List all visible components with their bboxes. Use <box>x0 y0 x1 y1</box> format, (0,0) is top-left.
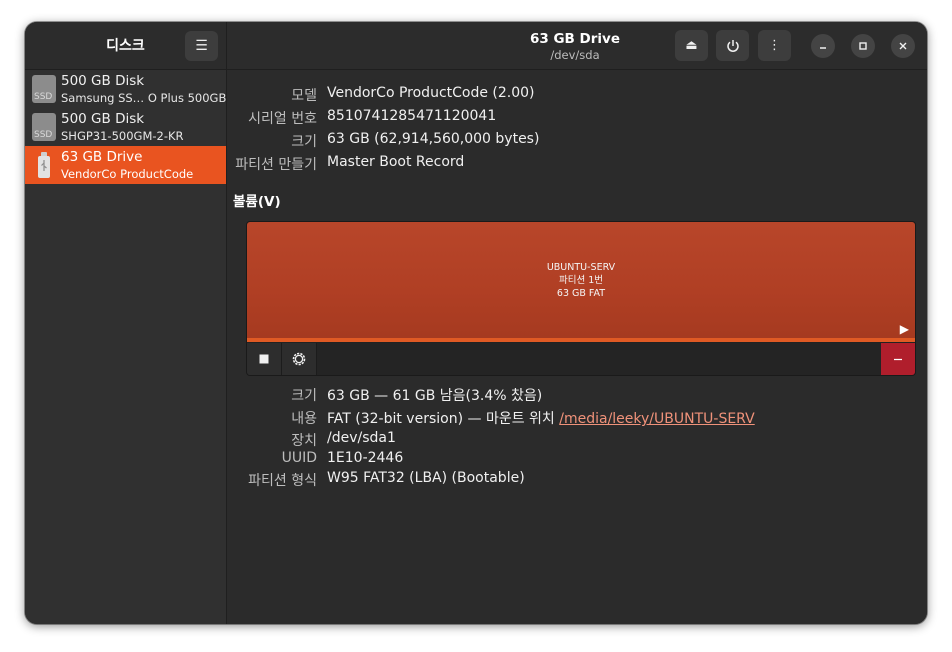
partition-type-row: 파티션 형식 W95 FAT32 (LBA) (Bootable) <box>227 470 917 490</box>
drive-item[interactable]: SSD 500 GB Disk Samsung SS… O Plus 500GB <box>25 70 226 108</box>
sidebar: 디스크 ☰ SSD 500 GB Disk Samsung SS… O Plus… <box>25 22 227 624</box>
volume-size-value: 63 GB — 61 GB 남음(3.4% 찼음) <box>327 388 543 404</box>
drive-item-selected[interactable]: 63 GB Drive VendorCo ProductCode <box>25 146 226 184</box>
partition-type-label: 파티션 형식 <box>248 473 317 489</box>
volume-size-row: 크기 63 GB — 61 GB 남음(3.4% 찼음) <box>227 385 917 405</box>
drive-item[interactable]: SSD 500 GB Disk SHGP31-500GM-2-KR <box>25 108 226 146</box>
model-label: 모델 <box>291 88 317 104</box>
partition-settings-button[interactable] <box>282 343 317 375</box>
uuid-row: UUID 1E10-2446 <box>227 450 917 470</box>
partitioning-value: Master Boot Record <box>327 154 465 170</box>
serial-label: 시리얼 번호 <box>248 111 317 127</box>
unmount-button[interactable] <box>247 343 282 375</box>
maximize-button[interactable] <box>851 34 875 58</box>
model-row: 모델 VendorCo ProductCode (2.00) <box>227 85 887 105</box>
volume-size-label: 크기 <box>291 388 317 404</box>
power-button[interactable] <box>716 30 749 61</box>
minimize-icon <box>820 47 826 49</box>
partition-block[interactable]: UBUNTU-SERV 파티션 1번 63 GB FAT ▶ <box>247 222 915 342</box>
serial-value: 8510741285471120041 <box>327 108 497 124</box>
device-value: /dev/sda1 <box>327 430 396 446</box>
partitioning-row: 파티션 만들기 Master Boot Record <box>227 154 887 174</box>
eject-icon: ⏏ <box>685 38 698 53</box>
mounted-play-icon: ▶ <box>899 322 909 336</box>
mount-point-link[interactable]: /media/leeky/UBUNTU-SERV <box>559 411 754 427</box>
device-row: 장치 /dev/sda1 <box>227 430 917 450</box>
drive-name: 63 GB Drive <box>61 149 143 165</box>
volume-map: UBUNTU-SERV 파티션 1번 63 GB FAT ▶ <box>246 221 916 376</box>
drive-subtitle: SHGP31-500GM-2-KR <box>61 129 184 143</box>
main-pane: 63 GB Drive /dev/sda ⏏ ⋮ 모델 VendorCo Pro… <box>227 22 927 624</box>
minimize-button[interactable] <box>811 34 835 58</box>
header-subtitle: /dev/sda <box>550 48 600 62</box>
uuid-value: 1E10-2446 <box>327 450 404 466</box>
size-value: 63 GB (62,914,560,000 bytes) <box>327 131 540 147</box>
size-label: 크기 <box>291 134 317 150</box>
more-button[interactable]: ⋮ <box>758 30 791 61</box>
drive-list: SSD 500 GB Disk Samsung SS… O Plus 500GB… <box>25 70 226 184</box>
partition-number: 파티션 1번 <box>558 275 604 286</box>
eject-button[interactable]: ⏏ <box>675 30 708 61</box>
maximize-icon <box>859 42 867 50</box>
partition-type-value: W95 FAT32 (LBA) (Bootable) <box>327 470 525 486</box>
ssd-icon: SSD <box>32 113 56 141</box>
header-bar: 63 GB Drive /dev/sda ⏏ ⋮ <box>227 22 927 70</box>
close-icon <box>899 42 907 50</box>
more-icon: ⋮ <box>768 38 781 53</box>
volumes-title: 볼륨(V) <box>233 194 281 210</box>
partition-size-fs: 63 GB FAT <box>556 288 606 299</box>
drive-name: 500 GB Disk <box>61 73 145 89</box>
uuid-label: UUID <box>281 450 317 466</box>
contents-label: 내용 <box>291 411 317 427</box>
minus-icon <box>894 358 902 361</box>
sidebar-header: 디스크 ☰ <box>25 22 226 70</box>
power-icon <box>726 39 739 52</box>
close-button[interactable] <box>891 34 915 58</box>
drive-subtitle: Samsung SS… O Plus 500GB <box>61 91 227 105</box>
volume-toolbar <box>247 343 915 375</box>
contents-row: 내용 FAT (32-bit version) — 마운트 위치 /media/… <box>227 408 917 428</box>
drive-subtitle: VendorCo ProductCode <box>61 167 194 181</box>
partitioning-label: 파티션 만들기 <box>235 157 317 173</box>
usb-drive-icon <box>32 151 56 179</box>
serial-row: 시리얼 번호 8510741285471120041 <box>227 108 887 128</box>
size-row: 크기 63 GB (62,914,560,000 bytes) <box>227 131 887 151</box>
device-label: 장치 <box>291 433 317 449</box>
model-value: VendorCo ProductCode (2.00) <box>327 85 535 101</box>
stop-icon <box>259 354 269 364</box>
contents-value: FAT (32-bit version) — 마운트 위치 /media/lee… <box>327 411 755 427</box>
hamburger-icon[interactable]: ☰ <box>185 31 218 61</box>
gear-icon <box>292 352 306 366</box>
header-title: 63 GB Drive <box>529 31 620 47</box>
drive-name: 500 GB Disk <box>61 111 145 127</box>
delete-partition-button[interactable] <box>881 343 915 375</box>
ssd-icon: SSD <box>32 75 56 103</box>
disks-window: 디스크 ☰ SSD 500 GB Disk Samsung SS… O Plus… <box>25 22 927 624</box>
partition-label: UBUNTU-SERV <box>546 262 616 273</box>
